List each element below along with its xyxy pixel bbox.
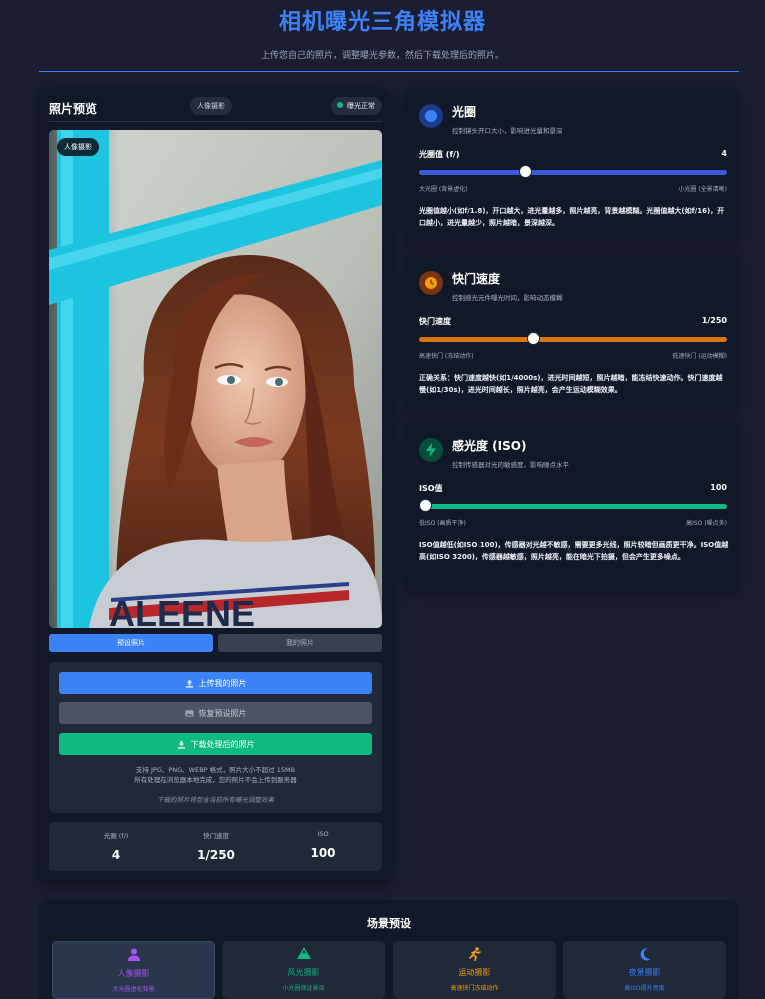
shutter-label: 快门速度 [419, 317, 451, 326]
aperture-title: 光圈 [452, 105, 477, 119]
scene-landscape[interactable]: 风光摄影 小光圈保证景深 [222, 941, 385, 999]
aperture-subtitle: 控制镜头开口大小，影响进光量和景深 [452, 127, 563, 135]
shutter-max-label: 低速快门 (运动模糊) [672, 353, 727, 360]
scene-night-desc: 高ISO提升亮度 [624, 985, 665, 992]
header-divider [39, 71, 739, 72]
aperture-icon [419, 104, 443, 128]
image-icon [184, 709, 194, 717]
stat-shutter-value: 1/250 [197, 848, 235, 862]
running-icon [393, 947, 556, 961]
aperture-value: 4 [721, 149, 727, 158]
my-photo-tab[interactable]: 我的照片 [218, 634, 382, 652]
iso-min-label: 低ISO (画质干净) [419, 520, 466, 527]
clock-icon [419, 271, 443, 295]
download-photo-button[interactable]: 下载处理后的照片 [59, 733, 372, 755]
photo-preview-image: ALEENE 人像摄影 [49, 130, 382, 628]
download-icon [177, 740, 185, 749]
scene-night[interactable]: 夜景摄影 高ISO提升亮度 [563, 941, 726, 999]
stat-aperture-label: 光圈 (f/) [103, 832, 129, 840]
stat-aperture-value: 4 [111, 848, 121, 862]
stat-iso-value: 100 [310, 846, 336, 860]
stat-iso-label: ISO [317, 830, 329, 838]
iso-value: 100 [710, 483, 727, 492]
scene-landscape-desc: 小光圈保证景深 [282, 985, 325, 992]
lightning-icon [419, 438, 443, 462]
upload-format-note: 支持 JPG、PNG、WEBP 格式，照片大小不超过 15MB 所有处理在浏览器… [49, 765, 382, 785]
stat-aperture: 光圈 (f/) 4 [66, 830, 166, 862]
shutter-min-label: 高速快门 (冻结动作) [419, 353, 474, 360]
aperture-slider-thumb[interactable] [519, 165, 533, 178]
shutter-description: 正确关系：快门速度越快(如1/4000s)，进光时间越短，照片越暗，能冻结快速动… [419, 374, 723, 394]
upload-photo-label: 上传我的照片 [198, 678, 247, 688]
scene-sports-desc: 高速快门冻结动作 [450, 985, 499, 992]
scene-portrait-desc: 大光圈虚化背景 [112, 986, 155, 993]
shutter-slider-track[interactable] [419, 337, 727, 342]
preset-photo-tab[interactable]: 预设照片 [49, 634, 213, 652]
photo-scene-badge: 人像摄影 [57, 138, 99, 156]
aperture-slider-track[interactable] [419, 170, 727, 175]
iso-slider-thumb[interactable] [419, 499, 432, 512]
stat-iso: ISO 100 [273, 830, 373, 860]
shutter-value: 1/250 [701, 316, 727, 325]
exposure-status-text: 曝光正常 [347, 102, 375, 110]
exposure-status-badge: 曝光正常 [331, 97, 382, 115]
aperture-min-label: 大光圈 (背景虚化) [419, 186, 468, 193]
scene-sports[interactable]: 运动摄影 高速快门冻结动作 [393, 941, 556, 999]
stat-shutter: 快门速度 1/250 [166, 830, 266, 862]
status-dot-icon [337, 102, 343, 108]
scene-presets-title: 场景预设 [367, 917, 411, 930]
iso-subtitle: 控制传感器对光的敏感度，影响噪点水平 [452, 461, 569, 469]
page-subtitle: 上传您自己的照片，调整曝光参数，然后下载处理后的照片。 [260, 51, 504, 61]
upload-note-line2: 所有处理在浏览器本地完成，您的照片不会上传到服务器 [134, 776, 297, 784]
stat-shutter-label: 快门速度 [203, 832, 229, 840]
upload-icon [185, 679, 193, 688]
iso-slider-track[interactable] [419, 504, 727, 509]
scene-night-name: 夜景摄影 [628, 968, 661, 977]
iso-card: 感光度 (ISO) 控制传感器对光的敏感度，影响噪点水平 ISO值 100 低I… [405, 422, 739, 590]
upload-note-line1: 支持 JPG、PNG、WEBP 格式，照片大小不超过 15MB [135, 766, 296, 774]
upload-photo-button[interactable]: 上传我的照片 [59, 672, 372, 694]
scene-presets-panel: 场景预设 人像摄影 大光圈虚化背景 风光摄影 小光圈保证景深 运动摄影 高速快门… [39, 900, 739, 999]
restore-preset-button[interactable]: 恢复预设照片 [59, 702, 372, 724]
iso-max-label: 高ISO (噪点多) [686, 520, 727, 527]
upload-panel: 上传我的照片 恢复预设照片 下载处理后的照片 支持 JPG、PNG、WEBP 格… [49, 662, 382, 813]
scene-landscape-name: 风光摄影 [287, 968, 320, 977]
iso-title: 感光度 (ISO) [452, 439, 527, 453]
scene-portrait[interactable]: 人像摄影 大光圈虚化背景 [52, 941, 215, 999]
download-note: 下载的照片将包含当前所有曝光调整效果 [157, 796, 274, 804]
mountain-icon [222, 947, 385, 961]
scene-sports-name: 运动摄影 [458, 968, 491, 977]
shutter-title: 快门速度 [452, 272, 501, 286]
aperture-description: 光圈值越小(如f/1.8)，开口越大，进光量越多，照片越亮，背景越模糊。光圈值越… [419, 207, 725, 227]
exposure-stats: 光圈 (f/) 4 快门速度 1/250 ISO 100 [49, 822, 382, 871]
iso-description: ISO值越低(如ISO 100)，传感器对光越不敏感，需要更多光线，照片较暗但画… [419, 541, 729, 561]
shutter-slider-thumb[interactable] [526, 332, 540, 345]
page-title: 相机曝光三角模拟器 [278, 10, 486, 35]
aperture-card: 光圈 控制镜头开口大小，影响进光量和景深 光圈值 (f/) 4 大光圈 (背景虚… [405, 88, 739, 243]
person-icon [53, 948, 214, 962]
iso-label: ISO值 [419, 484, 443, 493]
restore-preset-label: 恢复预设照片 [198, 708, 247, 718]
scene-tag: 人像摄影 [190, 97, 232, 115]
download-photo-label: 下载处理后的照片 [190, 739, 255, 749]
scene-portrait-name: 人像摄影 [117, 969, 150, 978]
aperture-max-label: 小光圈 (全景清晰) [678, 186, 727, 193]
shutter-card: 快门速度 控制感光元件曝光时间，影响动态模糊 快门速度 1/250 高速快门 (… [405, 255, 739, 410]
preview-title: 照片预览 [49, 102, 98, 116]
shutter-subtitle: 控制感光元件曝光时间，影响动态模糊 [452, 294, 563, 302]
moon-icon [563, 947, 726, 961]
preview-header: 照片预览 人像摄影 曝光正常 [49, 97, 382, 122]
aperture-label: 光圈值 (f/) [419, 150, 460, 159]
photo-preview-card: 照片预览 人像摄影 曝光正常 ALEENE 人像摄影 预设照片 我的照片 上传我… [39, 88, 391, 881]
photo-shirt-text: ALEENE [109, 593, 255, 628]
page-header: 相机曝光三角模拟器 上传您自己的照片，调整曝光参数，然后下载处理后的照片。 [0, 0, 765, 61]
